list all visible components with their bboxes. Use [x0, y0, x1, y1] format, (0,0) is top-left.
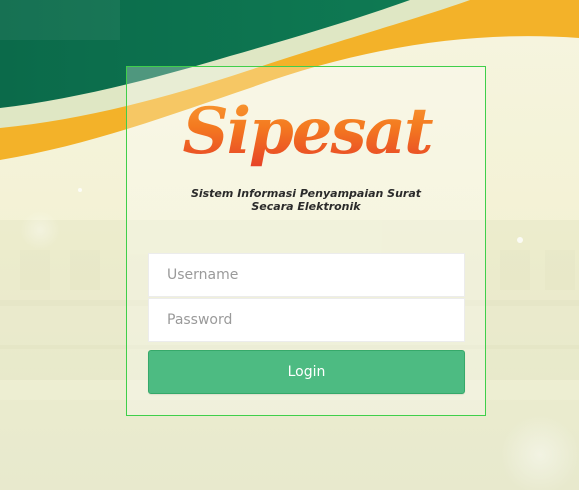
username-input[interactable]	[148, 253, 465, 297]
tagline-line-2: Secara Elektronik	[251, 200, 361, 213]
login-page: Sipesat Sistem Informasi Penyampaian Sur…	[0, 0, 579, 490]
sparkle-dot	[78, 188, 82, 192]
login-button[interactable]: Login	[148, 350, 465, 394]
login-panel: Sipesat Sistem Informasi Penyampaian Sur…	[126, 66, 486, 416]
sparkle-dot	[517, 237, 523, 243]
password-input[interactable]	[148, 298, 465, 342]
tagline-line-1: Sistem Informasi Penyampaian Surat	[190, 187, 422, 200]
logo-wordmark: Sipesat	[167, 77, 447, 187]
sparkle-glow	[20, 210, 60, 250]
sipesat-logo: Sipesat	[167, 77, 447, 187]
app-tagline: Sistem Informasi Penyampaian Surat Secar…	[127, 187, 485, 213]
